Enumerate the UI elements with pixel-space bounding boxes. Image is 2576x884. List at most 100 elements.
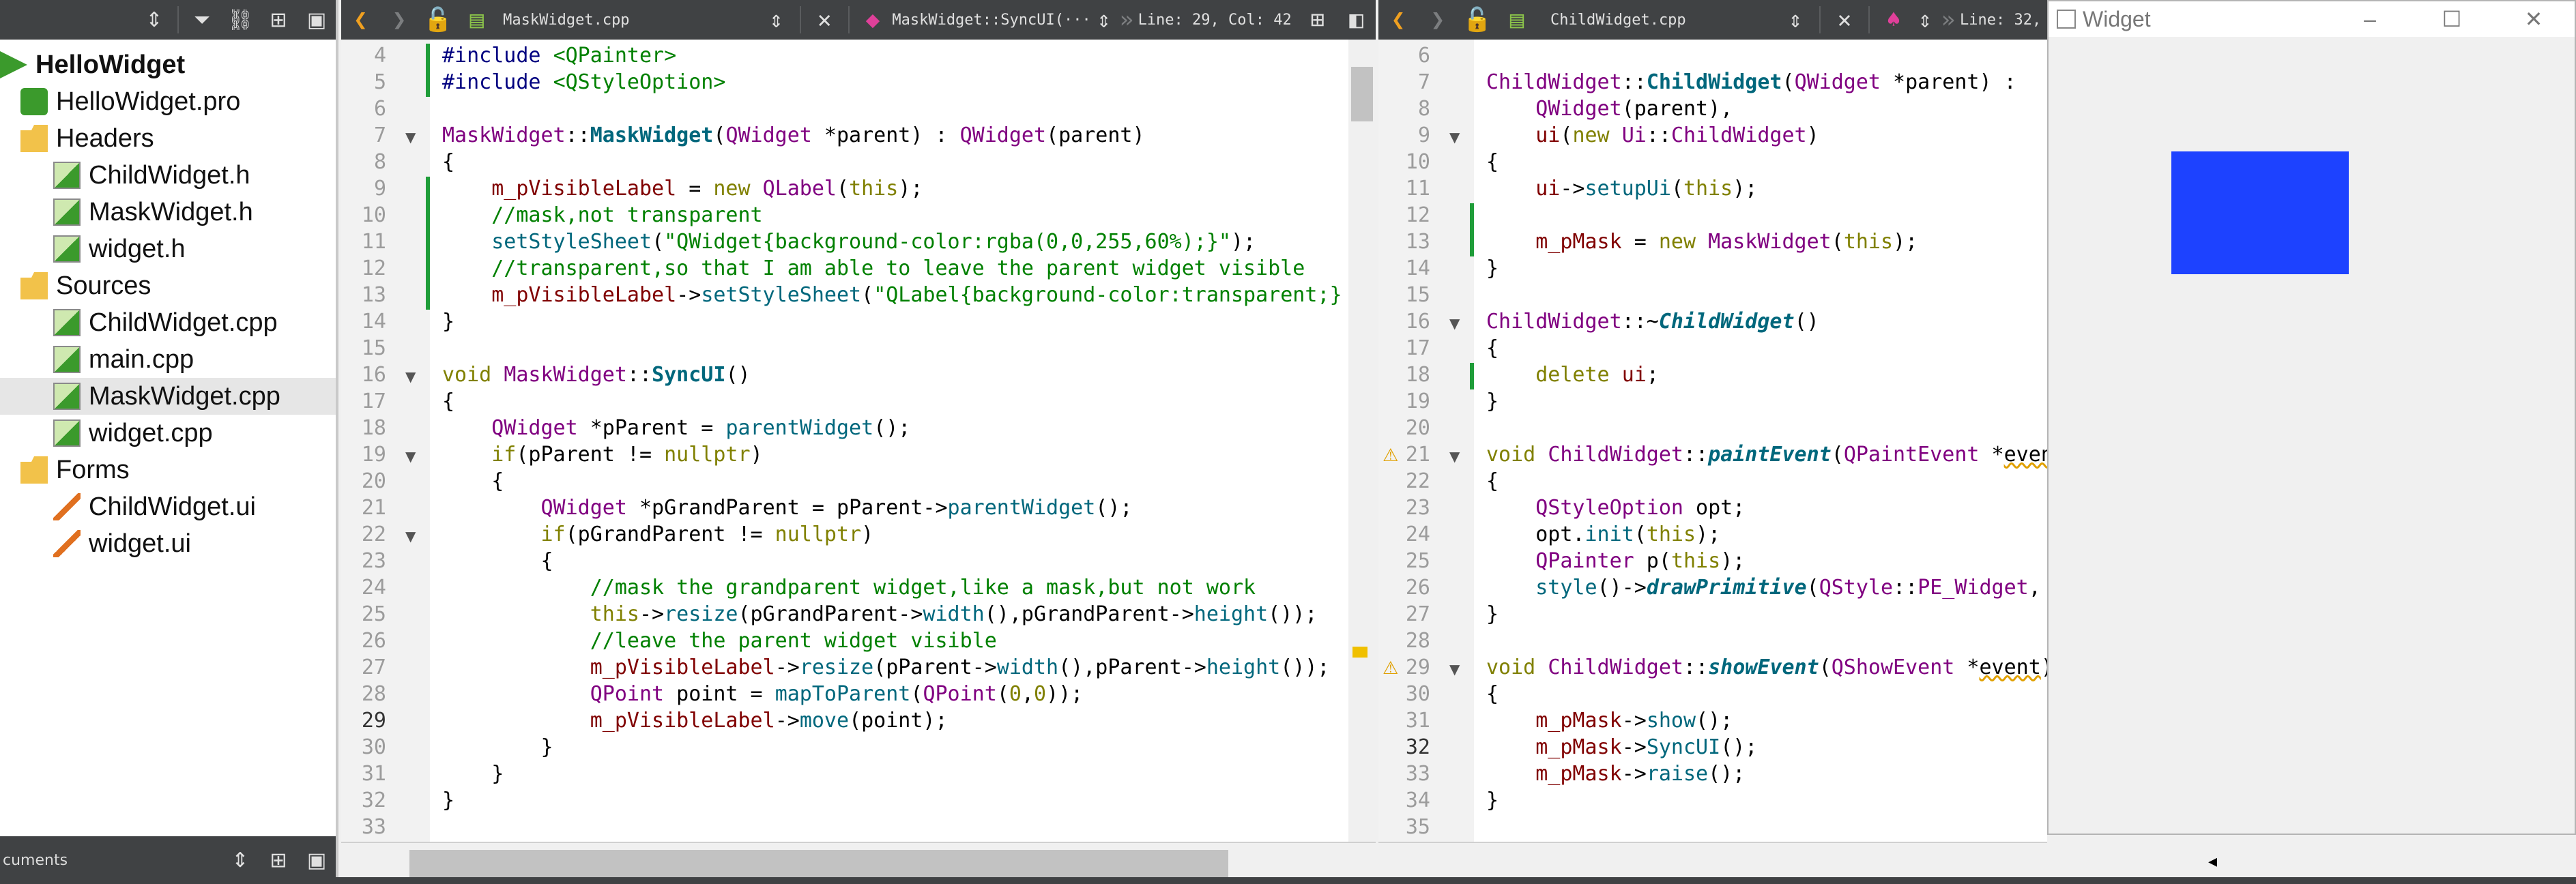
tree-item[interactable]: MaskWidget.cpp	[0, 378, 336, 415]
code-line[interactable]: delete ui;	[1486, 363, 1659, 387]
tree-item[interactable]: widget.ui	[0, 525, 336, 562]
close-icon[interactable]: ✕	[1825, 0, 1864, 40]
scroll-left-icon[interactable]: ◂	[2208, 851, 2217, 872]
editor-right-code-area[interactable]: 6 7 8 9 ▼ 10 11 12 13 14 15 16 ▼ 17 18 19 20 21 ▼ ⚠ 22 23 24 25…	[1378, 40, 2047, 843]
open-documents-label[interactable]: cuments	[0, 852, 221, 869]
code-line[interactable]: }	[1486, 389, 1499, 413]
more-icon[interactable]: »	[1115, 0, 1138, 40]
fold-arrow-icon[interactable]: ▼	[1449, 129, 1460, 145]
widget-window[interactable]: Widget – ☐ ✕	[2047, 0, 2576, 835]
close-pane-icon[interactable]: ▣	[298, 0, 336, 40]
back-arrow-icon[interactable]: ❮	[341, 0, 380, 40]
code-line[interactable]: //transparent,so that I am able to leave…	[442, 256, 1305, 280]
editor-right[interactable]: ❮ ❯ 🔓 ▤ ChildWidget.cpp ⇕ ✕ ♠ ⇕ » Line: …	[1378, 0, 2217, 884]
editor-right-file-combo[interactable]: ChildWidget.cpp	[1537, 12, 1776, 29]
tree-item[interactable]: main.cpp	[0, 341, 336, 378]
forward-arrow-icon[interactable]: ❯	[1418, 0, 1458, 40]
code-line[interactable]: //leave the parent widget visible	[442, 629, 997, 653]
editor-left-vertical-scrollbar[interactable]	[1348, 40, 1376, 843]
fold-arrow-icon[interactable]: ▼	[405, 368, 416, 385]
code-line[interactable]: void ChildWidget::paintEvent(QPaintEvent…	[1486, 443, 2047, 467]
maximize-icon[interactable]: ☐	[2411, 6, 2493, 32]
window-title-bar[interactable]: Widget – ☐ ✕	[2049, 1, 2575, 37]
code-line[interactable]: m_pMask->SyncUI();	[1486, 735, 1757, 759]
code-line[interactable]: QPoint point = mapToParent(QPoint(0,0));	[442, 682, 1084, 706]
code-line[interactable]: {	[442, 389, 454, 413]
lock-icon[interactable]: 🔓	[419, 0, 458, 40]
back-arrow-icon[interactable]: ❮	[1378, 0, 1418, 40]
link-icon[interactable]: ⛓	[221, 0, 259, 40]
code-line[interactable]: m_pVisibleLabel = new QLabel(this);	[442, 177, 923, 201]
code-line[interactable]: {	[442, 549, 553, 573]
dropdown-icon[interactable]: ⇕	[1092, 0, 1115, 40]
code-line[interactable]: ChildWidget::ChildWidget(QWidget *parent…	[1486, 70, 2016, 94]
code-line[interactable]: m_pMask->show();	[1486, 709, 1733, 733]
symbol-combo[interactable]: MaskWidget::SyncUI(···	[892, 12, 1092, 29]
code-line[interactable]: }	[1486, 256, 1499, 280]
more-icon[interactable]: »	[1937, 0, 1960, 40]
fold-arrow-icon[interactable]: ▼	[405, 129, 416, 145]
code-line[interactable]: m_pVisibleLabel->resize(pParent->width()…	[442, 655, 1330, 679]
tree-item[interactable]: Forms	[0, 452, 336, 488]
warning-icon[interactable]: ⚠	[1383, 445, 1398, 466]
tree-item[interactable]: ChildWidget.h	[0, 157, 336, 194]
fold-arrow-icon[interactable]: ▼	[405, 448, 416, 465]
tree-item[interactable]: MaskWidget.h	[0, 194, 336, 231]
editor-left[interactable]: ❮ ❯ 🔓 ▤ MaskWidget.cpp ⇕ ✕ ◆ MaskWidget:…	[341, 0, 1376, 884]
line-number-gutter[interactable]: 4 5 6 7 ▼ 8 9 10 11 12 13 14 15 16 ▼ 17 18 19 ▼ 20 21 22 ▼ 23 24…	[341, 40, 430, 843]
split-icon[interactable]: ⊞	[1298, 0, 1337, 40]
editor-left-file-combo[interactable]: MaskWidget.cpp	[496, 12, 757, 29]
tree-item[interactable]: widget.h	[0, 231, 336, 267]
code-line[interactable]: #include <QStyleOption>	[442, 70, 725, 94]
tree-item[interactable]: Headers	[0, 120, 336, 157]
dropdown-icon[interactable]: ⇕	[1913, 0, 1937, 40]
lock-icon[interactable]: 🔓	[1458, 0, 1497, 40]
line-number-gutter[interactable]: 6 7 8 9 ▼ 10 11 12 13 14 15 16 ▼ 17 18 19 20 21 ▼ ⚠ 22 23 24 25…	[1378, 40, 1474, 843]
code-line[interactable]: QStyleOption opt;	[1486, 496, 1745, 520]
close-icon[interactable]: ✕	[2493, 6, 2575, 32]
dropdown-icon[interactable]: ⇕	[1776, 0, 1815, 40]
code-line[interactable]: {	[1486, 469, 1499, 493]
code-line[interactable]: void ChildWidget::showEvent(QShowEvent *…	[1486, 655, 2047, 679]
editor-left-code-area[interactable]: 4 5 6 7 ▼ 8 9 10 11 12 13 14 15 16 ▼ 17 18 19 ▼ 20 21 22 ▼ 23 24…	[341, 40, 1376, 843]
fold-arrow-icon[interactable]: ▼	[405, 528, 416, 544]
code-line[interactable]: if(pParent != nullptr)	[442, 443, 762, 467]
code-line[interactable]: {	[1486, 336, 1499, 360]
warning-icon[interactable]: ⚠	[1383, 658, 1398, 679]
forward-arrow-icon[interactable]: ❯	[380, 0, 419, 40]
code-line[interactable]: m_pVisibleLabel->move(point);	[442, 709, 948, 733]
tree-item[interactable]: Sources	[0, 267, 336, 304]
code-line[interactable]: QWidget *pParent = parentWidget();	[442, 416, 910, 440]
code-line[interactable]: style()->drawPrimitive(QStyle::PE_Widget…	[1486, 576, 2041, 600]
code-line[interactable]: this->resize(pGrandParent->width(),pGran…	[442, 602, 1318, 626]
minimize-icon[interactable]: –	[2329, 7, 2411, 32]
code-line[interactable]: #include <QPainter>	[442, 44, 676, 68]
split-icon[interactable]: ⊞	[259, 0, 298, 40]
close-pane-icon[interactable]: ◧	[1337, 0, 1376, 40]
close-icon[interactable]: ✕	[805, 0, 844, 40]
filter-icon[interactable]: ⏷	[183, 0, 221, 40]
code-line[interactable]: ui->setupUi(this);	[1486, 177, 1757, 201]
cursor-position[interactable]: Line: 32,	[1960, 12, 2041, 29]
code-line[interactable]: }	[442, 762, 504, 786]
fold-arrow-icon[interactable]: ▼	[1449, 448, 1460, 465]
tree-item[interactable]: HelloWidget.pro	[0, 83, 336, 120]
code-line[interactable]: opt.init(this);	[1486, 522, 1720, 546]
code-line[interactable]: }	[1486, 602, 1499, 626]
code-line[interactable]: QWidget(parent),	[1486, 97, 1733, 121]
tree-item[interactable]: HelloWidget	[0, 46, 336, 83]
code-line[interactable]: m_pMask = new MaskWidget(this);	[1486, 230, 1917, 254]
code-line[interactable]: //mask the grandparent widget,like a mas…	[442, 576, 1256, 600]
code-line[interactable]: void MaskWidget::SyncUI()	[442, 363, 751, 387]
tree-item[interactable]: widget.cpp	[0, 415, 336, 452]
fold-arrow-icon[interactable]: ▼	[1449, 315, 1460, 332]
code-line[interactable]: m_pMask->raise();	[1486, 762, 1745, 786]
tree-item[interactable]: ChildWidget.ui	[0, 488, 336, 525]
code-line[interactable]: {	[1486, 682, 1499, 706]
fold-arrow-icon[interactable]: ▼	[1449, 661, 1460, 677]
code-line[interactable]: {	[442, 150, 454, 174]
code-line[interactable]: {	[442, 469, 504, 493]
code-line[interactable]: {	[1486, 150, 1499, 174]
code-line[interactable]: //mask,not transparent	[442, 203, 762, 227]
code-line[interactable]: }	[442, 310, 454, 334]
